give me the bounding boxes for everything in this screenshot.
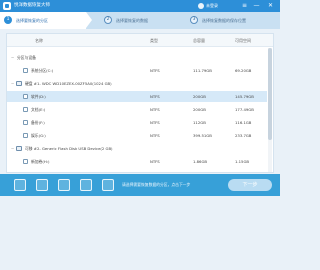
row-free: 1.15GB (235, 159, 250, 164)
collapse-icon[interactable]: − (10, 55, 15, 60)
table-row-group[interactable]: − 分区与设备 (7, 52, 267, 63)
app-title: 悦洋数据恢复大师 (14, 3, 50, 8)
step-number: 2 (104, 16, 112, 24)
partition-icon (23, 94, 28, 99)
vertical-scrollbar[interactable] (268, 48, 272, 172)
minimize-icon[interactable]: — (252, 1, 261, 11)
row-free: 233.7GB (235, 133, 252, 138)
help-icon[interactable] (102, 179, 114, 191)
row-type: NTFS (150, 159, 160, 164)
row-name: 系统分区(C:) (31, 68, 54, 73)
step-label: 选择要恢复的分区 (16, 18, 48, 23)
recover-icon[interactable] (14, 179, 26, 191)
partition-icon (23, 159, 28, 164)
partition-icon (23, 107, 28, 112)
table-row[interactable]: 文档(E:) NTFS 200GB 177.49GB (7, 104, 267, 115)
next-button[interactable]: 下一步 (228, 179, 272, 191)
user-avatar-icon[interactable] (198, 3, 204, 9)
scrollbar-thumb[interactable] (268, 48, 272, 140)
row-name: 可移 #2- Generic Flash Disk USB Device(2 G… (25, 146, 113, 151)
row-total: 1.86GB (193, 159, 208, 164)
row-free: 69.20GB (235, 68, 252, 73)
row-name: 备份(F:) (31, 120, 45, 125)
column-header-type: 类型 (150, 38, 158, 43)
row-name: 新加卷(H:) (31, 159, 50, 164)
row-type: NTFS (150, 68, 160, 73)
user-login-link[interactable]: 未登录 (206, 2, 218, 10)
row-total: 200GB (193, 94, 206, 99)
partition-table: 名称 类型 总容量 可用空间 − 分区与设备 系统分区(C:) NTFS 111… (6, 33, 274, 173)
row-free: 145.79GB (235, 94, 254, 99)
table-row-disk[interactable]: − 硬盘 #1- WDC WD10EZEX-00ZF5A0(1024 GB) (7, 78, 267, 89)
footer-tip: 请选择需要恢复数据的分区，点击下一步 (122, 182, 191, 187)
close-icon[interactable]: ✕ (266, 1, 275, 11)
menu-icon[interactable]: ≡ (240, 1, 249, 11)
step-number: 3 (190, 16, 198, 24)
app-logo-icon (3, 2, 11, 10)
scan-icon[interactable] (36, 179, 48, 191)
row-name: 分区与设备 (17, 55, 36, 60)
table-header: 名称 类型 总容量 可用空间 (7, 34, 273, 47)
row-type: NTFS (150, 94, 160, 99)
table-row[interactable]: 备份(F:) NTFS 112GB 116.1GB (7, 117, 267, 128)
step-select-partition[interactable]: 1 选择要恢复的分区 (0, 12, 86, 29)
column-header-free: 可用空间 (235, 38, 251, 43)
step-number: 1 (4, 16, 12, 24)
row-free: 116.1GB (235, 120, 252, 125)
row-type: NTFS (150, 107, 160, 112)
database-icon[interactable] (80, 179, 92, 191)
title-bar: 悦洋数据恢复大师 未登录 ≡ — ✕ (0, 0, 280, 12)
step-select-save-location[interactable]: 3 选择恢复数据的保存位置 (186, 12, 280, 29)
step-select-data[interactable]: 2 选择要恢复的数据 (100, 12, 186, 29)
column-header-total: 总容量 (193, 38, 205, 43)
row-total: 200GB (193, 107, 206, 112)
row-type: NTFS (150, 133, 160, 138)
usb-disk-icon (16, 146, 22, 151)
row-total: 399.51GB (193, 133, 212, 138)
row-type: NTFS (150, 120, 160, 125)
table-row[interactable]: 娱乐(G:) NTFS 399.51GB 233.7GB (7, 130, 267, 141)
collapse-icon[interactable]: − (10, 146, 15, 151)
table-row-selected[interactable]: 软件(D:) NTFS 200GB 145.79GB (7, 91, 267, 102)
step-label: 选择恢复数据的保存位置 (202, 18, 246, 23)
row-name: 文档(E:) (31, 107, 46, 112)
row-name: 软件(D:) (31, 94, 46, 99)
row-total: 111.79GB (193, 68, 212, 73)
hard-disk-icon (16, 81, 22, 86)
step-bar: 1 选择要恢复的分区 2 选择要恢复的数据 3 选择恢复数据的保存位置 (0, 12, 280, 29)
collapse-icon[interactable]: − (10, 81, 15, 86)
row-name: 娱乐(G:) (31, 133, 46, 138)
step-arrow-icon (86, 12, 92, 28)
partition-icon (23, 68, 28, 73)
table-row[interactable]: 系统分区(C:) NTFS 111.79GB 69.20GB (7, 65, 267, 76)
partition-icon (23, 133, 28, 138)
footer-bar: 请选择需要恢复数据的分区，点击下一步 下一步 (0, 174, 280, 196)
partition-tool-icon[interactable] (58, 179, 70, 191)
table-row-disk[interactable]: − 可移 #2- Generic Flash Disk USB Device(2… (7, 143, 267, 154)
partition-icon (23, 120, 28, 125)
step-label: 选择要恢复的数据 (116, 18, 148, 23)
row-free: 177.49GB (235, 107, 254, 112)
row-name: 硬盘 #1- WDC WD10EZEX-00ZF5A0(1024 GB) (25, 81, 112, 86)
row-total: 112GB (193, 120, 206, 125)
table-row[interactable]: 新加卷(H:) NTFS 1.86GB 1.15GB (7, 156, 267, 167)
column-header-name: 名称 (35, 38, 43, 43)
